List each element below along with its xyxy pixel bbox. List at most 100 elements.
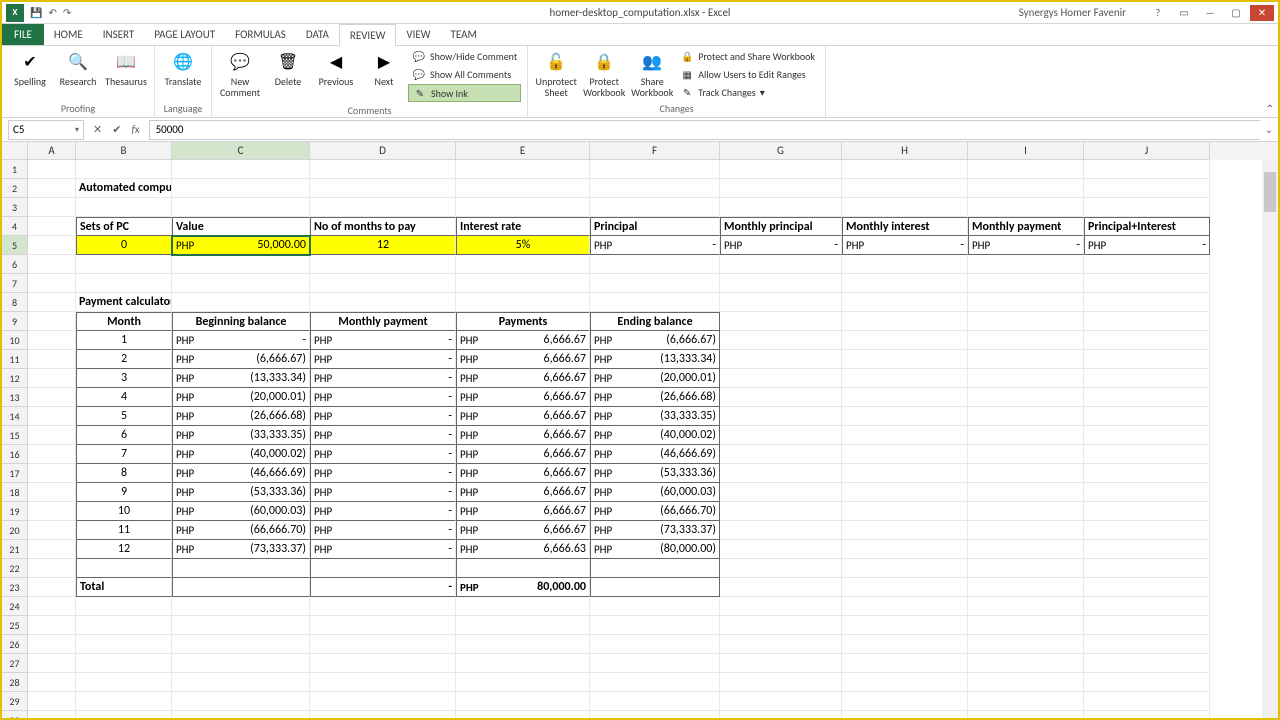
cell-H30[interactable] bbox=[842, 711, 968, 718]
cell-H5[interactable]: PHP- bbox=[842, 236, 968, 255]
cell-I16[interactable] bbox=[968, 445, 1084, 464]
cell-E27[interactable] bbox=[456, 654, 590, 673]
maximize-button[interactable]: ▢ bbox=[1224, 5, 1248, 21]
track-changes-button[interactable]: ✎Track Changes ▾ bbox=[676, 84, 819, 100]
cell-H11[interactable] bbox=[842, 350, 968, 369]
cell-E30[interactable] bbox=[456, 711, 590, 718]
cell-A21[interactable] bbox=[28, 540, 76, 559]
cell-E22[interactable] bbox=[456, 559, 590, 578]
cell-E8[interactable] bbox=[456, 293, 590, 312]
cell-I10[interactable] bbox=[968, 331, 1084, 350]
minimize-button[interactable]: — bbox=[1198, 5, 1222, 21]
col-A[interactable]: A bbox=[28, 142, 76, 160]
cell-D30[interactable] bbox=[310, 711, 456, 718]
row-header-23[interactable]: 23 bbox=[2, 578, 28, 597]
cell-A13[interactable] bbox=[28, 388, 76, 407]
cell-B8[interactable]: Payment calculator and schedule table bbox=[76, 293, 172, 312]
cell-H19[interactable] bbox=[842, 502, 968, 521]
cell-G30[interactable] bbox=[720, 711, 842, 718]
cell-G23[interactable] bbox=[720, 578, 842, 597]
cell-I2[interactable] bbox=[968, 179, 1084, 198]
cell-H15[interactable] bbox=[842, 426, 968, 445]
cell-B11[interactable]: 2 bbox=[76, 350, 172, 369]
cell-I5[interactable]: PHP- bbox=[968, 236, 1084, 255]
cell-F22[interactable] bbox=[590, 559, 720, 578]
cell-E6[interactable] bbox=[456, 255, 590, 274]
cell-J1[interactable] bbox=[1084, 160, 1210, 179]
cell-C12[interactable]: PHP(13,333.34) bbox=[172, 369, 310, 388]
tab-home[interactable]: HOME bbox=[44, 23, 93, 45]
cell-F11[interactable]: PHP(13,333.34) bbox=[590, 350, 720, 369]
cell-D19[interactable]: PHP- bbox=[310, 502, 456, 521]
protect-workbook-button[interactable]: 🔒Protect Workbook bbox=[582, 48, 626, 100]
row-header-18[interactable]: 18 bbox=[2, 483, 28, 502]
cell-F5[interactable]: PHP- bbox=[590, 236, 720, 255]
cell-F1[interactable] bbox=[590, 160, 720, 179]
save-icon[interactable]: 💾 bbox=[30, 6, 42, 19]
cell-G26[interactable] bbox=[720, 635, 842, 654]
cell-B20[interactable]: 11 bbox=[76, 521, 172, 540]
cell-F20[interactable]: PHP(73,333.37) bbox=[590, 521, 720, 540]
cell-B7[interactable] bbox=[76, 274, 172, 293]
cell-H14[interactable] bbox=[842, 407, 968, 426]
cell-B4[interactable]: Sets of PC bbox=[76, 217, 172, 236]
cell-B26[interactable] bbox=[76, 635, 172, 654]
cell-J16[interactable] bbox=[1084, 445, 1210, 464]
col-D[interactable]: D bbox=[310, 142, 456, 160]
cell-I28[interactable] bbox=[968, 673, 1084, 692]
cell-G18[interactable] bbox=[720, 483, 842, 502]
close-button[interactable]: ✕ bbox=[1250, 5, 1274, 21]
cell-E20[interactable]: PHP6,666.67 bbox=[456, 521, 590, 540]
cell-J4[interactable]: Principal+Interest bbox=[1084, 217, 1210, 236]
cell-C24[interactable] bbox=[172, 597, 310, 616]
expand-formula-bar-button[interactable]: ⌄ bbox=[1260, 123, 1278, 136]
tab-formulas[interactable]: FORMULAS bbox=[225, 23, 296, 45]
cell-I19[interactable] bbox=[968, 502, 1084, 521]
cell-B1[interactable] bbox=[76, 160, 172, 179]
spreadsheet-grid[interactable]: A B C D E F G H I J 12Automated computat… bbox=[2, 142, 1278, 718]
cell-G8[interactable] bbox=[720, 293, 842, 312]
cell-E11[interactable]: PHP6,666.67 bbox=[456, 350, 590, 369]
cell-F13[interactable]: PHP(26,666.68) bbox=[590, 388, 720, 407]
cell-D4[interactable]: No of months to pay bbox=[310, 217, 456, 236]
cell-C6[interactable] bbox=[172, 255, 310, 274]
collapse-ribbon-button[interactable]: ⌃ bbox=[1266, 102, 1274, 115]
tab-team[interactable]: Team bbox=[441, 23, 487, 45]
cell-A26[interactable] bbox=[28, 635, 76, 654]
row-header-3[interactable]: 3 bbox=[2, 198, 28, 217]
cell-J18[interactable] bbox=[1084, 483, 1210, 502]
cell-H27[interactable] bbox=[842, 654, 968, 673]
cell-G12[interactable] bbox=[720, 369, 842, 388]
cell-E9[interactable]: Payments bbox=[456, 312, 590, 331]
cell-G25[interactable] bbox=[720, 616, 842, 635]
thesaurus-button[interactable]: 📖Thesaurus bbox=[104, 48, 148, 89]
cell-E4[interactable]: Interest rate bbox=[456, 217, 590, 236]
cell-E3[interactable] bbox=[456, 198, 590, 217]
cell-C27[interactable] bbox=[172, 654, 310, 673]
cell-C18[interactable]: PHP(53,333.36) bbox=[172, 483, 310, 502]
cell-J23[interactable] bbox=[1084, 578, 1210, 597]
cell-G13[interactable] bbox=[720, 388, 842, 407]
row-header-4[interactable]: 4 bbox=[2, 217, 28, 236]
cell-B2[interactable]: Automated computations for any Monthly A… bbox=[76, 179, 172, 198]
cell-E17[interactable]: PHP6,666.67 bbox=[456, 464, 590, 483]
row-header-12[interactable]: 12 bbox=[2, 369, 28, 388]
cell-J30[interactable] bbox=[1084, 711, 1210, 718]
col-J[interactable]: J bbox=[1084, 142, 1210, 160]
cell-F6[interactable] bbox=[590, 255, 720, 274]
cell-H3[interactable] bbox=[842, 198, 968, 217]
row-header-29[interactable]: 29 bbox=[2, 692, 28, 711]
cell-F29[interactable] bbox=[590, 692, 720, 711]
cell-D17[interactable]: PHP- bbox=[310, 464, 456, 483]
cell-D24[interactable] bbox=[310, 597, 456, 616]
cell-E14[interactable]: PHP6,666.67 bbox=[456, 407, 590, 426]
cell-G4[interactable]: Monthly principal bbox=[720, 217, 842, 236]
row-header-22[interactable]: 22 bbox=[2, 559, 28, 578]
cell-B15[interactable]: 6 bbox=[76, 426, 172, 445]
cell-E29[interactable] bbox=[456, 692, 590, 711]
cell-J20[interactable] bbox=[1084, 521, 1210, 540]
cell-H18[interactable] bbox=[842, 483, 968, 502]
cell-I15[interactable] bbox=[968, 426, 1084, 445]
cell-F2[interactable] bbox=[590, 179, 720, 198]
cell-A12[interactable] bbox=[28, 369, 76, 388]
